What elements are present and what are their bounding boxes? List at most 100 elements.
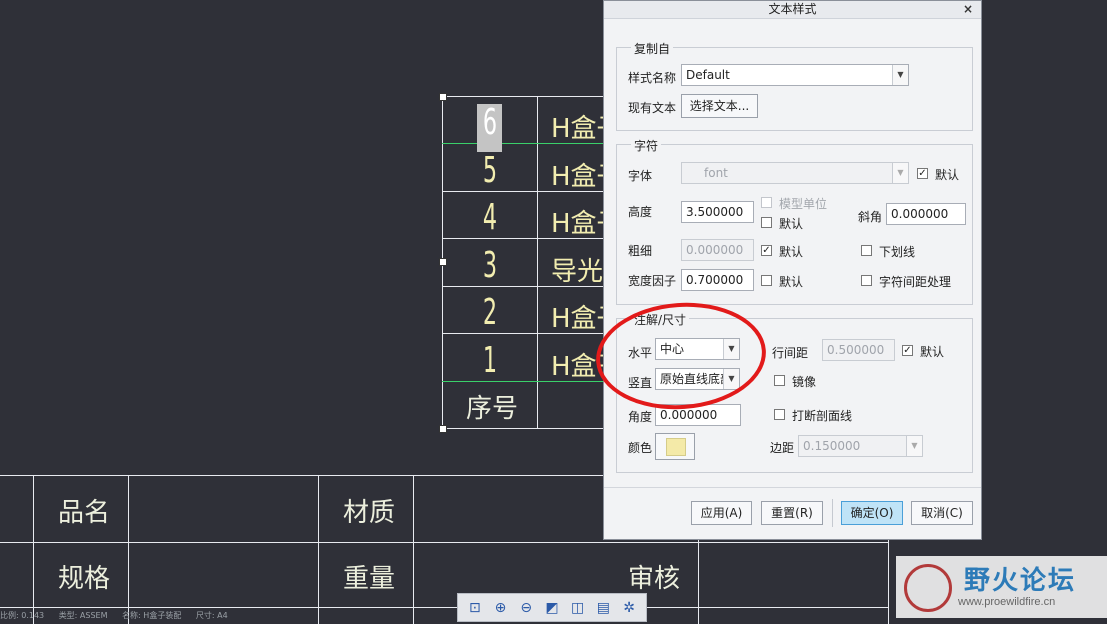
title-block-line bbox=[0, 607, 888, 608]
kerning-checkbox[interactable] bbox=[861, 275, 872, 286]
underline-label: 下划线 bbox=[879, 245, 916, 259]
bom-item-number[interactable]: 1 bbox=[462, 340, 518, 381]
view-3d-icon[interactable]: ◫ bbox=[568, 598, 588, 618]
width-default-checkbox[interactable] bbox=[761, 275, 772, 286]
bom-table-top-border bbox=[442, 96, 603, 97]
break-hatch-label: 打断剖面线 bbox=[792, 409, 853, 423]
break-hatch-checkbox[interactable] bbox=[774, 409, 785, 420]
character-group: 字符 字体 font ▼ ✓ 默认 高度 3.500000 模型单位 默认 斜角… bbox=[616, 137, 973, 305]
bom-table-bottom-border bbox=[442, 428, 603, 429]
angle-label: 角度 bbox=[628, 410, 653, 424]
slant-input[interactable]: 0.000000 bbox=[886, 203, 966, 225]
title-block-line bbox=[888, 540, 889, 624]
selection-handle[interactable] bbox=[439, 258, 447, 266]
group-title: 字符 bbox=[631, 137, 662, 154]
thickness-default-label: 默认 bbox=[779, 245, 804, 259]
layers-icon[interactable]: ▤ bbox=[593, 598, 613, 618]
bom-item-number[interactable]: 5 bbox=[462, 150, 518, 191]
line-spacing-input[interactable]: 0.500000 bbox=[822, 339, 895, 361]
line-spacing-default-label: 默认 bbox=[920, 345, 945, 359]
color-swatch bbox=[666, 438, 686, 456]
font-label: 字体 bbox=[628, 169, 653, 183]
mirror-checkbox[interactable] bbox=[774, 375, 785, 386]
bom-table-column-divider bbox=[537, 96, 538, 428]
chevron-down-icon[interactable]: ▼ bbox=[892, 163, 908, 183]
style-name-value: Default bbox=[686, 68, 730, 82]
close-icon[interactable]: × bbox=[963, 1, 973, 18]
title-block-line bbox=[413, 475, 414, 624]
color-label: 颜色 bbox=[628, 441, 653, 455]
model-units-label: 模型单位 bbox=[779, 197, 828, 211]
height-input[interactable]: 3.500000 bbox=[681, 201, 754, 223]
forum-logo-icon bbox=[904, 564, 952, 612]
thickness-input[interactable]: 0.000000 bbox=[681, 239, 754, 261]
spec-label: 规格 bbox=[58, 564, 111, 594]
forum-watermark: 野火论坛 www.proewildfire.cn bbox=[896, 556, 1107, 618]
bom-item-number[interactable]: 4 bbox=[462, 197, 518, 238]
line-spacing-default-checkbox[interactable]: ✓ bbox=[902, 345, 913, 356]
text-style-dialog: 文本样式 × 复制自 样式名称 Default ▼ 现有文本 选择文本... 字… bbox=[603, 0, 982, 540]
width-factor-label: 宽度因子 bbox=[628, 274, 677, 288]
review-label: 审核 bbox=[628, 564, 681, 594]
cancel-button[interactable]: 取消(C) bbox=[911, 501, 973, 525]
title-block-line bbox=[33, 475, 34, 624]
title-block-line bbox=[0, 542, 888, 543]
material-label: 材质 bbox=[343, 498, 396, 528]
height-default-label: 默认 bbox=[779, 217, 804, 231]
model-units-checkbox[interactable] bbox=[761, 197, 772, 208]
select-text-button[interactable]: 选择文本... bbox=[681, 94, 758, 118]
font-select[interactable]: font ▼ bbox=[681, 162, 909, 184]
selection-handle[interactable] bbox=[439, 425, 447, 433]
kerning-label: 字符间距处理 bbox=[879, 275, 952, 289]
status-scale: 比例: 0.143 bbox=[0, 611, 45, 620]
style-name-select[interactable]: Default ▼ bbox=[681, 64, 909, 86]
style-name-label: 样式名称 bbox=[628, 71, 677, 85]
button-divider bbox=[832, 499, 833, 527]
slant-label: 斜角 bbox=[858, 210, 883, 224]
bom-item-number[interactable]: 2 bbox=[462, 292, 518, 333]
repaint-icon[interactable]: ◩ bbox=[542, 598, 562, 618]
bom-header-number: 序号 bbox=[466, 394, 519, 424]
thickness-label: 粗细 bbox=[628, 244, 653, 258]
title-block-line bbox=[128, 475, 129, 624]
title-block-line bbox=[0, 475, 603, 476]
status-bar: 比例: 0.143 类型: ASSEM 名称: H盒子装配 尺寸: A4 bbox=[0, 610, 240, 621]
reset-button[interactable]: 重置(R) bbox=[761, 501, 823, 525]
bom-item-number[interactable]: 3 bbox=[462, 245, 518, 286]
zoom-fit-icon[interactable]: ⊡ bbox=[465, 598, 485, 618]
title-block-line bbox=[318, 475, 319, 624]
font-default-checkbox[interactable]: ✓ bbox=[917, 168, 928, 179]
ok-button[interactable]: 确定(O) bbox=[841, 501, 903, 525]
margin-value: 0.150000 bbox=[803, 439, 861, 453]
bom-item-number[interactable]: 6 bbox=[462, 102, 518, 143]
font-value: font bbox=[704, 166, 728, 180]
status-name: 名称: H盒子装配 bbox=[122, 611, 182, 620]
group-title: 复制自 bbox=[631, 40, 674, 57]
underline-checkbox[interactable] bbox=[861, 245, 872, 256]
width-factor-input[interactable]: 0.700000 bbox=[681, 269, 754, 291]
mirror-label: 镜像 bbox=[792, 375, 817, 389]
chevron-down-icon[interactable]: ▼ bbox=[892, 65, 908, 85]
zoom-out-icon[interactable]: ⊖ bbox=[516, 598, 536, 618]
color-picker-button[interactable] bbox=[655, 433, 695, 460]
chevron-down-icon[interactable]: ▼ bbox=[906, 436, 922, 456]
margin-select[interactable]: 0.150000 ▼ bbox=[798, 435, 923, 457]
zoom-in-icon[interactable]: ⊕ bbox=[491, 598, 511, 618]
weight-label: 重量 bbox=[343, 564, 396, 594]
copy-from-group: 复制自 样式名称 Default ▼ 现有文本 选择文本... bbox=[616, 40, 973, 131]
thickness-default-checkbox[interactable]: ✓ bbox=[761, 245, 772, 256]
line-spacing-label: 行间距 bbox=[772, 346, 809, 360]
dialog-title: 文本样式 bbox=[768, 2, 817, 16]
watermark-url: www.proewildfire.cn bbox=[958, 596, 1056, 608]
dialog-separator bbox=[604, 487, 981, 488]
product-name-label: 品名 bbox=[58, 498, 111, 528]
existing-text-label: 现有文本 bbox=[628, 101, 677, 115]
view-toolbar: ⊡ ⊕ ⊖ ◩ ◫ ▤ ✲ bbox=[457, 593, 647, 622]
settings-icon[interactable]: ✲ bbox=[619, 598, 639, 618]
selection-handle[interactable] bbox=[439, 93, 447, 101]
font-default-label: 默认 bbox=[935, 168, 960, 182]
status-type: 类型: ASSEM bbox=[58, 611, 108, 620]
dialog-title-bar[interactable]: 文本样式 × bbox=[604, 1, 981, 19]
height-default-checkbox[interactable] bbox=[761, 217, 772, 228]
apply-button[interactable]: 应用(A) bbox=[691, 501, 752, 525]
